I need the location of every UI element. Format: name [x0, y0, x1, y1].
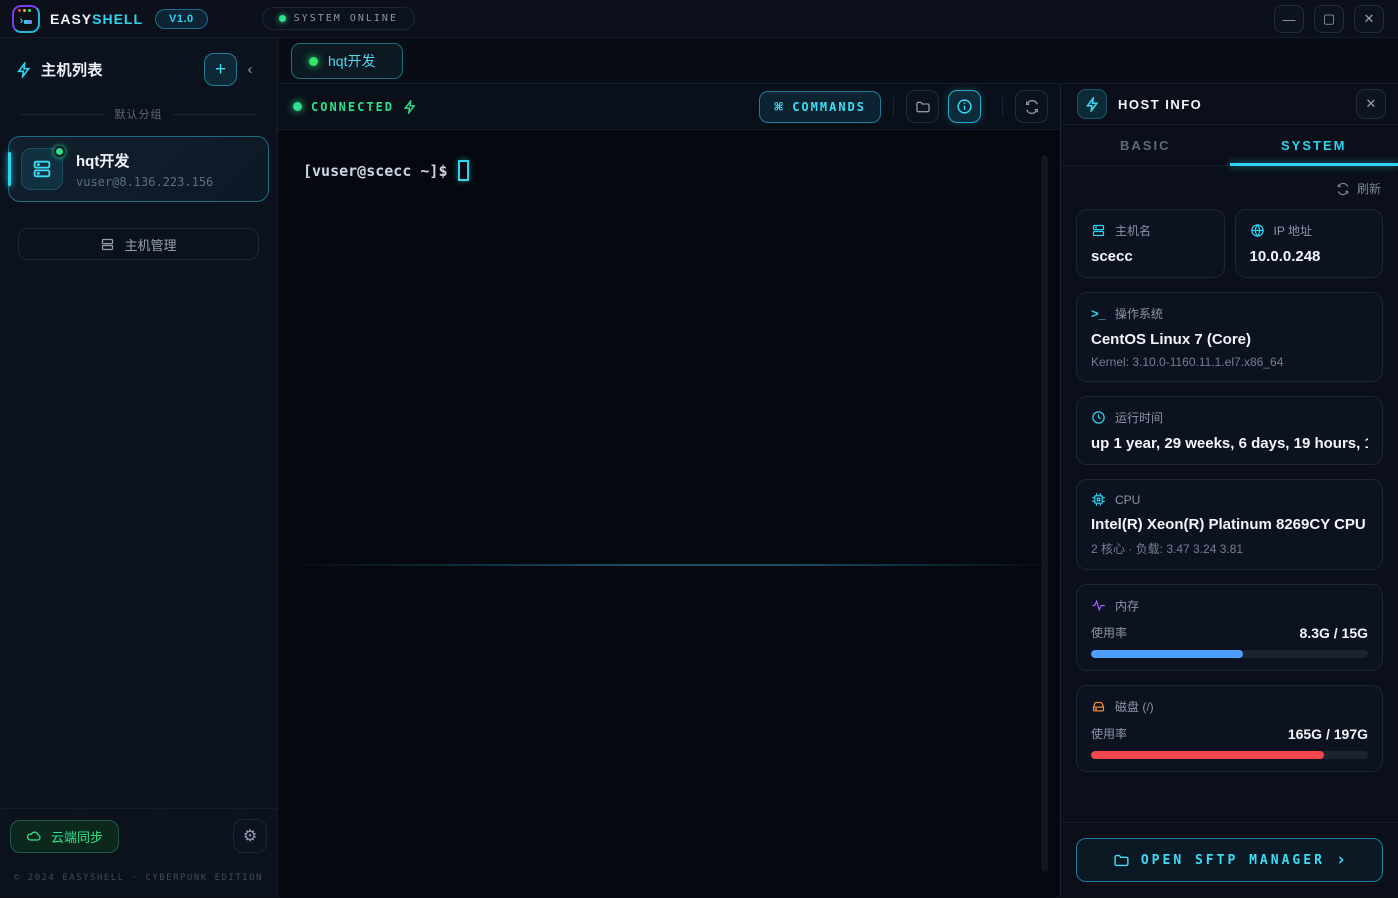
activity-icon [1091, 598, 1106, 613]
host-info-button[interactable] [948, 90, 981, 123]
tab-status-dot-icon [309, 57, 318, 66]
app-logo-icon: › [12, 5, 40, 33]
scanline-divider [278, 564, 1060, 566]
chevron-right-icon: › [1336, 850, 1346, 870]
panel-title: HOST INFO [1118, 97, 1356, 112]
server-icon [1091, 223, 1106, 238]
terminal-icon: >_ [1091, 306, 1106, 321]
selected-accent-bar [8, 152, 11, 186]
os-value: CentOS Linux 7 (Core) [1091, 331, 1368, 348]
app-title: EASYSHELL [50, 11, 143, 27]
os-card: >_ 操作系统 CentOS Linux 7 (Core) Kernel: 3.… [1076, 292, 1383, 382]
bolt-icon [16, 62, 32, 78]
cpu-icon [1091, 492, 1106, 507]
terminal-cursor [458, 160, 469, 181]
online-dot-icon [54, 146, 65, 157]
host-list-item[interactable]: hqt开发 vuser@8.136.223.156 [8, 136, 269, 202]
copyright-footer: © 2024 EASYSHELL · CYBERPUNK EDITION [0, 863, 277, 897]
open-sftp-button[interactable]: OPEN SFTP MANAGER › [1076, 838, 1383, 882]
memory-bar [1091, 650, 1368, 658]
terminal-screen[interactable]: [vuser@scecc ~]$ [278, 130, 1060, 897]
host-info-panel: HOST INFO ✕ BASIC SYSTEM 刷新 [1060, 84, 1398, 897]
cpu-card: CPU Intel(R) Xeon(R) Platinum 8269CY CPU… [1076, 479, 1383, 570]
ip-value: 10.0.0.248 [1250, 248, 1369, 265]
connected-dot-icon [293, 102, 302, 111]
ip-card: IP 地址 10.0.0.248 [1235, 209, 1384, 278]
version-badge: V1.0 [155, 9, 208, 29]
refresh-icon [1336, 182, 1350, 196]
sftp-folder-button[interactable] [906, 90, 939, 123]
gear-icon: ⚙ [243, 826, 257, 846]
refresh-icon [1024, 99, 1040, 115]
hostname-value: scecc [1091, 248, 1210, 265]
server-icon [21, 148, 63, 190]
tab-label: hqt开发 [328, 51, 375, 71]
sidebar-title: 主机列表 [41, 59, 204, 80]
settings-button[interactable]: ⚙ [233, 819, 267, 853]
maximize-button[interactable]: ▢ [1314, 5, 1344, 33]
session-tabbar: hqt开发 [278, 38, 1398, 84]
disk-bar [1091, 751, 1368, 759]
folder-icon [1113, 852, 1130, 869]
disk-card: 磁盘 (/) 使用率 165G / 197G [1076, 685, 1383, 772]
host-list-sidebar: 主机列表 + ‹ 默认分组 hqt开发 vuser@8.136.223.156 … [0, 38, 278, 897]
disk-value: 165G / 197G [1288, 726, 1368, 742]
cpu-load: 2 核心 · 负载: 3.47 3.24 3.81 [1091, 540, 1368, 557]
bolt-icon [1077, 89, 1107, 119]
collapse-sidebar-icon[interactable]: ‹ [237, 61, 263, 78]
terminal-panel: CONNECTED ⌘ COMMANDS [278, 84, 1060, 897]
connection-status: CONNECTED [293, 100, 759, 114]
uptime-value: up 1 year, 29 weeks, 6 days, 19 hours, 1… [1091, 435, 1368, 452]
add-host-button[interactable]: + [204, 53, 237, 86]
host-manage-button[interactable]: 主机管理 [18, 228, 259, 260]
reconnect-button[interactable] [1015, 90, 1048, 123]
memory-value: 8.3G / 15G [1300, 625, 1368, 641]
memory-card: 内存 使用率 8.3G / 15G [1076, 584, 1383, 671]
cloud-icon [26, 828, 42, 844]
commands-button[interactable]: ⌘ COMMANDS [759, 91, 881, 123]
info-icon [956, 98, 973, 115]
system-status-badge: SYSTEM ONLINE [262, 7, 415, 30]
command-icon: ⌘ [774, 98, 783, 116]
shell-prompt: [vuser@scecc ~]$ [303, 162, 448, 180]
close-button[interactable]: ✕ [1354, 5, 1384, 33]
host-name: hqt开发 [76, 150, 213, 171]
bolt-icon [403, 100, 417, 114]
close-panel-button[interactable]: ✕ [1356, 89, 1386, 119]
globe-icon [1250, 223, 1265, 238]
group-header: 默认分组 [0, 98, 277, 132]
kernel-value: Kernel: 3.10.0-1160.11.1.el7.x86_64 [1091, 355, 1368, 369]
info-tabs: BASIC SYSTEM [1061, 125, 1398, 166]
cpu-value: Intel(R) Xeon(R) Platinum 8269CY CPU ... [1091, 516, 1368, 533]
minimize-button[interactable]: — [1274, 5, 1304, 33]
tab-basic[interactable]: BASIC [1061, 125, 1230, 165]
titlebar: › EASYSHELL V1.0 SYSTEM ONLINE — ▢ ✕ [0, 0, 1398, 38]
refresh-link[interactable]: 刷新 [1076, 166, 1383, 209]
terminal-scrollbar[interactable] [1041, 130, 1048, 897]
hostname-card: 主机名 scecc [1076, 209, 1225, 278]
terminal-toolbar: CONNECTED ⌘ COMMANDS [278, 84, 1060, 130]
host-address: vuser@8.136.223.156 [76, 175, 213, 189]
server-icon [100, 237, 115, 252]
session-tab[interactable]: hqt开发 [291, 43, 403, 79]
cloud-sync-button[interactable]: 云端同步 [10, 820, 119, 853]
status-dot-icon [279, 15, 286, 22]
folder-icon [915, 99, 931, 115]
clock-icon [1091, 410, 1106, 425]
uptime-card: 运行时间 up 1 year, 29 weeks, 6 days, 19 hou… [1076, 396, 1383, 465]
hdd-icon [1091, 699, 1106, 714]
tab-system[interactable]: SYSTEM [1230, 125, 1398, 165]
